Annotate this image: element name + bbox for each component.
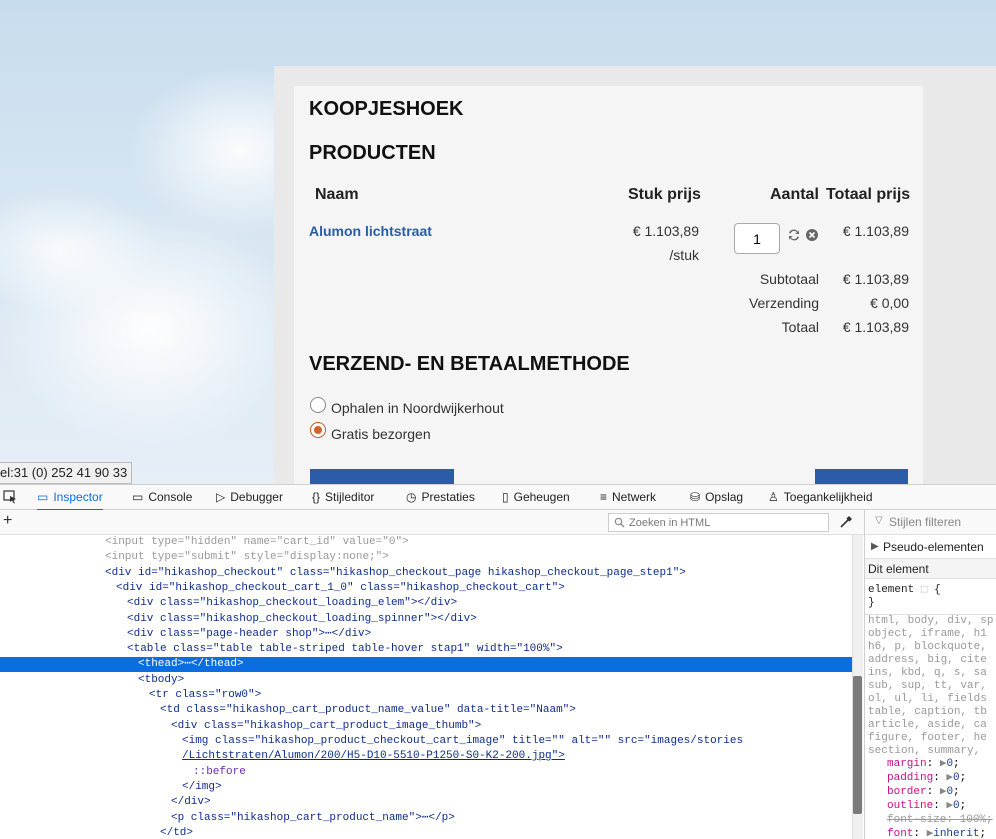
tab-performance[interactable]: ◷ Prestaties: [406, 485, 475, 510]
reset-rule-props[interactable]: margin: ▶0; padding: ▶0; border: ▶0; out…: [865, 757, 996, 839]
html-line[interactable]: </div>: [171, 795, 211, 810]
html-line[interactable]: <div id="hikashop_checkout_cart_1_0" cla…: [116, 581, 565, 596]
quantity-input[interactable]: [734, 223, 780, 254]
html-search-input[interactable]: Zoeken in HTML: [608, 513, 829, 532]
html-line[interactable]: <div class="hikashop_cart_product_image_…: [171, 719, 481, 734]
html-line-selected[interactable]: <thead>⋯</thead>: [0, 657, 852, 672]
column-unit-price: Stuk prijs: [628, 186, 701, 203]
next-button[interactable]: [815, 469, 908, 484]
unit-label: /stuk: [669, 247, 699, 263]
html-tree: <input type="hidden" name="cart_id" valu…: [0, 535, 852, 839]
unit-price: € 1.103,89: [632, 223, 699, 239]
accessibility-icon: ♙: [768, 490, 779, 504]
tab-storage[interactable]: ⛁ Opslag: [690, 485, 743, 510]
inspector-icon: ▭: [37, 490, 49, 504]
html-line[interactable]: <div class="hikashop_checkout_loading_sp…: [127, 612, 477, 627]
column-total: Totaal prijs: [826, 186, 911, 203]
network-icon: ≡: [600, 490, 608, 504]
html-line[interactable]: <td class="hikashop_cart_product_name_va…: [160, 703, 576, 718]
prop-margin: margin: ▶0;: [887, 758, 960, 770]
tab-inspector[interactable]: ▭ Inspector: [37, 485, 103, 511]
html-line[interactable]: <input type="hidden" name="cart_id" valu…: [105, 535, 409, 550]
element-picker-icon[interactable]: [3, 490, 17, 504]
style-editor-icon: {}: [312, 490, 321, 504]
html-line[interactable]: <input type="submit" style="display:none…: [105, 550, 389, 565]
line-total: € 1.103,89: [842, 223, 909, 239]
debugger-icon: ▷: [216, 490, 226, 504]
total-label: Totaal: [781, 319, 819, 335]
link-status-tooltip: el:31 (0) 252 41 90 33: [0, 462, 133, 484]
prop-outline: outline: ▶0;: [887, 800, 967, 812]
tab-debugger[interactable]: ▷ Debugger: [216, 485, 283, 510]
search-icon: [614, 517, 625, 528]
expand-arrow-icon: ▶: [871, 541, 879, 552]
prop-padding: padding: ▶0;: [887, 772, 967, 784]
product-name-link[interactable]: Alumon lichtstraat: [309, 223, 432, 239]
tab-style-editor[interactable]: {} Stijleditor: [312, 485, 374, 510]
radio-pickup[interactable]: [310, 397, 326, 413]
column-quantity: Aantal: [770, 186, 819, 203]
html-line[interactable]: <div class="hikashop_checkout_loading_el…: [127, 596, 457, 611]
remove-icon[interactable]: [805, 228, 819, 242]
prop-font-size: font-size: 100%;: [887, 814, 993, 826]
console-icon: ▭: [132, 490, 144, 504]
radio-free-delivery[interactable]: [310, 422, 326, 438]
back-button[interactable]: [310, 469, 454, 484]
column-name: Naam: [315, 186, 359, 203]
total-value: € 1.103,89: [842, 319, 909, 335]
refresh-icon[interactable]: [787, 228, 801, 242]
shipping-value: € 0,00: [870, 295, 909, 311]
pseudo-elements-toggle[interactable]: ▶ Pseudo-elementen: [865, 537, 996, 559]
html-line[interactable]: <div class="page-header shop">⋯</div>: [127, 627, 371, 642]
html-line[interactable]: <p class="hikashop_cart_product_name">⋯<…: [171, 811, 455, 826]
subtotal-label: Subtotaal: [759, 271, 819, 287]
this-element-header: Dit element: [865, 559, 996, 579]
products-title: PRODUCTEN: [309, 142, 436, 164]
html-line[interactable]: <tr class="row0">: [149, 688, 261, 703]
radio-pickup-label: Ophalen in Noordwijkerhout: [331, 400, 504, 416]
html-line[interactable]: <div id="hikashop_checkout" class="hikas…: [105, 566, 686, 581]
tab-memory[interactable]: ▯ Geheugen: [502, 485, 570, 510]
storage-icon: ⛁: [690, 490, 701, 504]
prop-border: border: ▶0;: [887, 786, 960, 798]
performance-icon: ◷: [406, 490, 417, 504]
shipping-method-title: VERZEND- EN BETAALMETHODE: [309, 353, 630, 375]
html-scrollbar-thumb[interactable]: [853, 676, 862, 814]
html-line[interactable]: </td>: [160, 826, 193, 839]
devtools-toolbar: ▭ Inspector ▭ Console ▷ Debugger {} Stijledi…: [0, 484, 996, 511]
prop-font: font: ▶inherit;: [887, 828, 987, 839]
tab-network[interactable]: ≡ Netwerk: [600, 485, 656, 510]
subtotal-value: € 1.103,89: [842, 271, 909, 287]
element-rule[interactable]: element ⬚ { }: [865, 582, 996, 612]
section-title: KOOPJESHOEK: [309, 98, 464, 120]
html-line[interactable]: /Lichtstraten/Alumon/200/H5-D10-5510-P12…: [182, 749, 565, 764]
reset-rule-selectors[interactable]: html, body, div, sp object, iframe, h1 h…: [865, 614, 996, 758]
html-line[interactable]: <table class="table table-striped table-…: [127, 642, 563, 657]
html-line[interactable]: </img>: [182, 780, 222, 795]
html-line[interactable]: ::before: [193, 765, 246, 780]
filter-icon: ▽: [875, 515, 883, 526]
eyedropper-icon[interactable]: [838, 514, 854, 530]
add-node-icon[interactable]: +: [3, 512, 12, 530]
tab-accessibility[interactable]: ♙ Toegankelijkheid: [768, 485, 873, 510]
shipping-label: Verzending: [748, 295, 819, 311]
tab-console[interactable]: ▭ Console: [132, 485, 192, 510]
radio-free-delivery-label: Gratis bezorgen: [331, 426, 431, 442]
memory-icon: ▯: [502, 490, 509, 504]
new-rule-icon: ⬚: [920, 584, 928, 596]
rules-sidebar: ▽ Stijlen filteren ▶ Pseudo-elementen Di…: [864, 510, 996, 839]
styles-filter[interactable]: ▽ Stijlen filteren: [865, 510, 996, 535]
html-line[interactable]: <img class="hikashop_product_checkout_ca…: [182, 734, 743, 749]
html-line[interactable]: <tbody>: [138, 673, 184, 688]
